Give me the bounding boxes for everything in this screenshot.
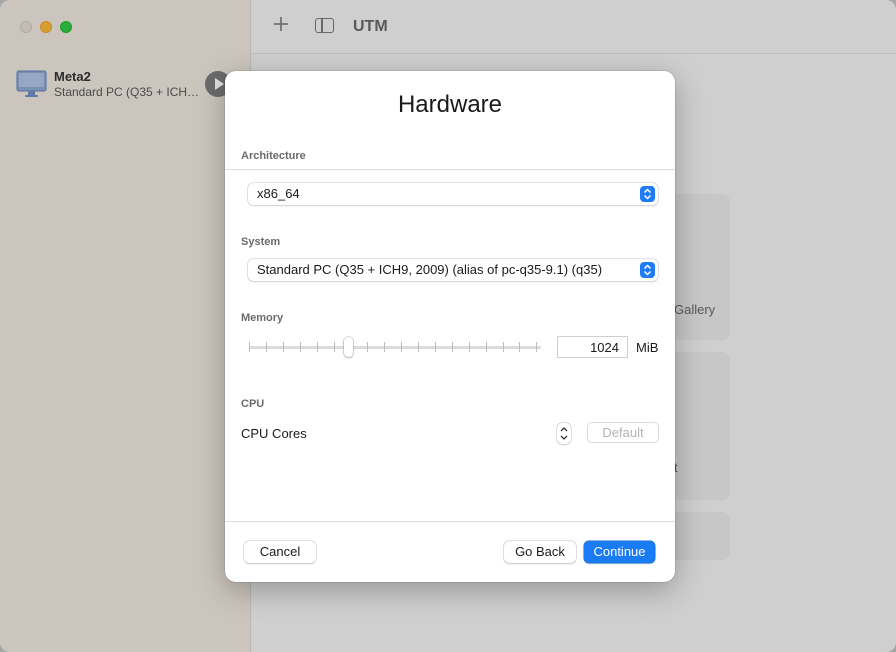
slider-tick — [333, 342, 335, 352]
architecture-select[interactable]: x86_64 — [248, 183, 658, 205]
chevron-up-down-icon — [640, 262, 655, 278]
slider-tick — [401, 342, 403, 352]
hardware-dialog: Hardware Architecture x86_64 System Stan… — [225, 71, 675, 582]
divider — [225, 169, 675, 170]
slider-tick — [384, 342, 386, 352]
slider-tick — [316, 342, 318, 352]
slider-tick — [451, 342, 453, 352]
dialog-title: Hardware — [397, 91, 503, 118]
slider-tick — [434, 342, 436, 352]
slider-tick — [536, 342, 538, 352]
cpu-cores-default-field[interactable]: Default — [587, 422, 659, 443]
architecture-value: x86_64 — [257, 186, 300, 201]
slider-tick — [519, 342, 521, 352]
slider-tick — [249, 342, 250, 352]
memory-slider-track[interactable] — [249, 346, 541, 349]
architecture-label: Architecture — [241, 150, 306, 162]
cpu-cores-label: CPU Cores — [241, 426, 307, 441]
cpu-label: CPU — [241, 398, 265, 410]
go-back-button[interactable]: Go Back — [504, 541, 576, 563]
slider-tick — [485, 342, 487, 352]
system-value: Standard PC (Q35 + ICH9, 2009) (alias of… — [257, 262, 603, 277]
system-label: System — [241, 236, 281, 248]
system-select[interactable]: Standard PC (Q35 + ICH9, 2009) (alias of… — [248, 259, 658, 281]
slider-tick — [502, 342, 504, 352]
slider-tick — [468, 342, 470, 352]
footer-divider — [225, 521, 675, 522]
memory-unit: MiB — [636, 340, 659, 355]
slider-tick — [282, 342, 284, 352]
memory-input[interactable]: 1024 — [557, 336, 628, 358]
cpu-cores-stepper[interactable] — [557, 423, 571, 444]
chevron-up-down-icon — [640, 186, 655, 202]
slider-tick — [367, 342, 369, 352]
memory-label: Memory — [241, 312, 284, 324]
cancel-button[interactable]: Cancel — [244, 541, 316, 563]
continue-button[interactable]: Continue — [584, 541, 655, 563]
slider-tick — [418, 342, 419, 352]
slider-tick — [299, 342, 301, 352]
slider-tick — [265, 342, 267, 352]
memory-slider-thumb[interactable] — [344, 337, 354, 357]
